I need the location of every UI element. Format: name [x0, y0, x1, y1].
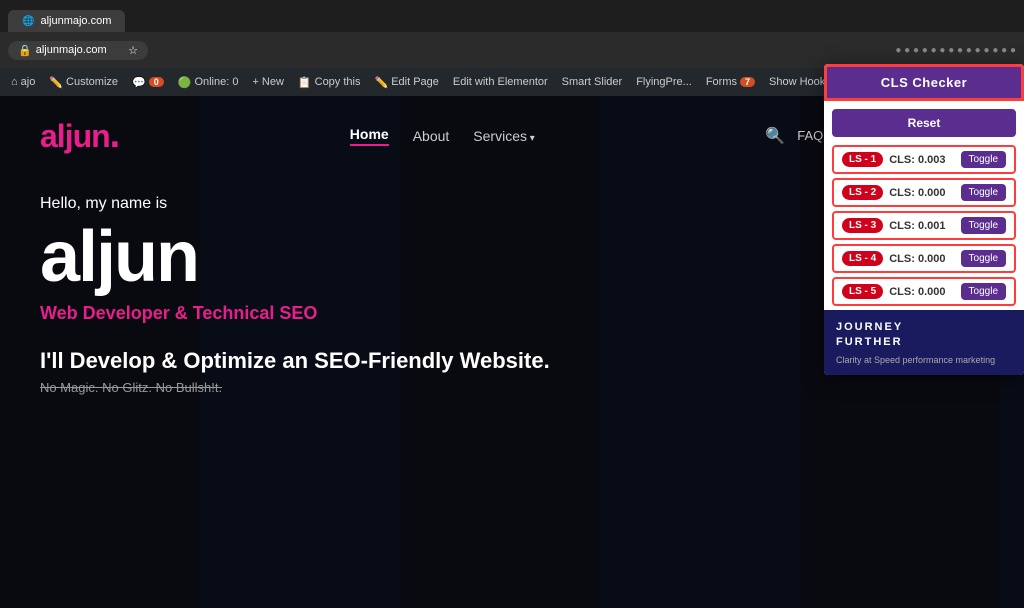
cls-row-1: LS - 1 CLS: 0.003 Toggle [832, 145, 1016, 174]
copy-this-item[interactable]: 📋 Copy this [293, 76, 366, 89]
copy-icon: 📋 [298, 76, 312, 89]
cls-toggle-3[interactable]: Toggle [961, 217, 1006, 234]
copy-label: Copy this [315, 76, 361, 88]
logo-dot: . [110, 114, 120, 156]
cls-label-3: LS - 3 [842, 218, 883, 233]
cls-row-4: LS - 4 CLS: 0.000 Toggle [832, 244, 1016, 273]
wp-home-item[interactable]: ⌂ ajo [6, 76, 40, 88]
url-bar[interactable]: 🔒 aljunmajo.com ☆ [8, 41, 148, 60]
edit-icon: ✏️ [374, 76, 388, 89]
online-item[interactable]: 🟢 Online: 0 [173, 76, 244, 89]
nav-faq[interactable]: FAQ [797, 128, 823, 143]
cls-row-2: LS - 2 CLS: 0.000 Toggle [832, 178, 1016, 207]
online-label: Online: 0 [194, 76, 238, 88]
customize-item[interactable]: ✏️ Customize [44, 76, 123, 89]
cls-label-2: LS - 2 [842, 185, 883, 200]
comments-item[interactable]: 💬 0 [127, 76, 169, 89]
cls-checker-panel: CLS Checker Reset LS - 1 CLS: 0.003 Togg… [824, 64, 1024, 375]
hero-subtitle: No Magic. No Glitz. No Bullsh!t. [40, 380, 984, 395]
search-icon[interactable]: 🔍 [765, 126, 785, 146]
smart-slider-label: Smart Slider [562, 76, 623, 88]
edit-label: Edit Page [391, 76, 439, 88]
browser-bar: 🔒 aljunmajo.com ☆ ● ● ● ● ● ● ● ● ● ● ● … [0, 32, 1024, 68]
cls-toggle-2[interactable]: Toggle [961, 184, 1006, 201]
flying-press-label: FlyingPre... [636, 76, 692, 88]
nav-links: Home About Services [350, 126, 535, 146]
forms-label: Forms [706, 76, 737, 88]
customize-icon: ✏️ [49, 76, 63, 89]
online-icon: 🟢 [178, 76, 192, 89]
new-label: New [262, 76, 284, 88]
lock-icon: 🔒 [18, 44, 32, 57]
cls-row-3: LS - 3 CLS: 0.001 Toggle [832, 211, 1016, 240]
nav-about[interactable]: About [413, 128, 450, 144]
comments-icon: 💬 [132, 76, 146, 89]
cls-row-5: LS - 5 CLS: 0.000 Toggle [832, 277, 1016, 306]
wp-site-name: ajo [21, 76, 36, 88]
cls-footer-subtitle: Clarity at Speed performance marketing [836, 355, 1012, 365]
elementor-item[interactable]: Edit with Elementor [448, 76, 553, 88]
url-text: aljunmajo.com [36, 44, 107, 56]
tab-label: aljunmajo.com [40, 15, 111, 27]
cls-label-4: LS - 4 [842, 251, 883, 266]
show-hooks-label: Show Hooks [769, 76, 831, 88]
forms-badge: 7 [740, 77, 755, 87]
new-item[interactable]: + New [247, 76, 288, 88]
comments-badge: 0 [149, 77, 164, 87]
logo-text: aljun [40, 118, 110, 154]
nav-services[interactable]: Services [473, 128, 535, 144]
cls-toggle-1[interactable]: Toggle [961, 151, 1006, 168]
browser-extensions: ● ● ● ● ● ● ● ● ● ● ● ● ● ● [895, 45, 1016, 56]
elementor-label: Edit with Elementor [453, 76, 548, 88]
forms-item[interactable]: Forms 7 [701, 76, 760, 88]
cls-value-2: CLS: 0.000 [889, 187, 954, 199]
cls-footer-title: JOURNEYFURTHER [836, 320, 1012, 351]
cls-value-5: CLS: 0.000 [889, 286, 954, 298]
cls-toggle-4[interactable]: Toggle [961, 250, 1006, 267]
tab-favicon: 🌐 [22, 16, 34, 27]
cls-toggle-5[interactable]: Toggle [961, 283, 1006, 300]
customize-label: Customize [66, 76, 118, 88]
site-logo: aljun. [40, 114, 119, 157]
cls-panel-title: CLS Checker [824, 64, 1024, 101]
cls-value-1: CLS: 0.003 [889, 154, 954, 166]
smart-slider-item[interactable]: Smart Slider [557, 76, 628, 88]
new-icon: + [252, 76, 258, 88]
edit-page-item[interactable]: ✏️ Edit Page [369, 76, 443, 89]
wp-logo-icon: ⌂ [11, 76, 18, 88]
cls-reset-button[interactable]: Reset [832, 109, 1016, 137]
browser-tabs: 🌐 aljunmajo.com [0, 0, 1024, 32]
cls-value-3: CLS: 0.001 [889, 220, 954, 232]
nav-home[interactable]: Home [350, 126, 389, 146]
cls-label-1: LS - 1 [842, 152, 883, 167]
star-icon: ☆ [128, 44, 138, 57]
cls-footer: JOURNEYFURTHER Clarity at Speed performa… [824, 310, 1024, 375]
cls-label-5: LS - 5 [842, 284, 883, 299]
flying-press-item[interactable]: FlyingPre... [631, 76, 697, 88]
active-tab[interactable]: 🌐 aljunmajo.com [8, 10, 125, 32]
cls-value-4: CLS: 0.000 [889, 253, 954, 265]
